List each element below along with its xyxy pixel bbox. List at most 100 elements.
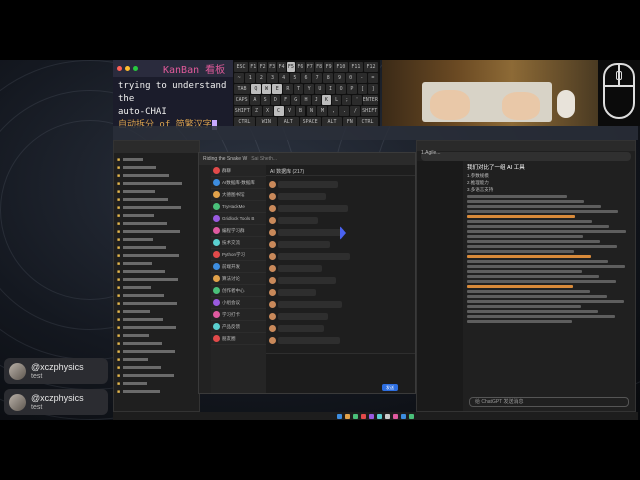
- contact-item[interactable]: 编程学习群: [211, 225, 266, 237]
- chat-tab[interactable]: Sai Sheth...: [251, 156, 277, 162]
- contact-item[interactable]: 群聊: [211, 165, 266, 177]
- key-shift: SHIFT: [361, 106, 378, 116]
- folder-icon: ■: [117, 245, 121, 251]
- tree-item[interactable]: ■: [117, 388, 196, 396]
- contact-item[interactable]: 朋友圈: [211, 333, 266, 345]
- contact-item[interactable]: 学习打卡: [211, 309, 266, 321]
- contact-name: 小组会议: [222, 299, 240, 305]
- address-bar[interactable]: [421, 152, 631, 161]
- taskbar-app-icon[interactable]: [369, 413, 374, 419]
- contact-name: TryHackMe: [222, 204, 245, 209]
- tree-item[interactable]: ■: [117, 188, 196, 196]
- tree-item[interactable]: ■: [117, 260, 196, 268]
- contact-item[interactable]: 小组会议: [211, 297, 266, 309]
- folder-icon: ■: [117, 189, 121, 195]
- tree-item[interactable]: ■: [117, 220, 196, 228]
- contact-item[interactable]: 算法讨论: [211, 273, 266, 285]
- contact-item[interactable]: AI数据库-数据库: [211, 177, 266, 189]
- tree-item[interactable]: ■: [117, 228, 196, 236]
- taskbar-app-icon[interactable]: [409, 413, 414, 419]
- folder-icon: ■: [117, 197, 121, 203]
- key-w: W: [261, 84, 272, 94]
- taskbar-app-icon[interactable]: [337, 413, 342, 419]
- tree-item[interactable]: ■: [117, 244, 196, 252]
- tree-item[interactable]: ■: [117, 284, 196, 292]
- message-input[interactable]: 发送: [266, 353, 415, 393]
- tree-item[interactable]: ■: [117, 356, 196, 364]
- folder-icon: ■: [117, 269, 121, 275]
- taskbar-app-icon[interactable]: [401, 413, 406, 419]
- tree-item[interactable]: ■: [117, 364, 196, 372]
- key-n: N: [306, 106, 317, 116]
- key-7: 7: [312, 73, 323, 83]
- file-explorer-window: ■ ■ ■ ■ ■ ■ ■ ■ ■ ■ ■ ■ ■ ■ ■ ■ ■ ■ ■ ■ ■ ■ ■ ■ ■ ■ ■ ■ ■ ■: [113, 140, 200, 412]
- avatar: [269, 265, 276, 272]
- tree-item[interactable]: ■: [117, 164, 196, 172]
- table-row: 3.多语言支持: [467, 187, 494, 192]
- chat-conversation: AI 数据库 (217) 发送: [266, 165, 415, 393]
- maximize-dot-icon: [133, 66, 138, 71]
- avatar: [9, 362, 26, 380]
- contact-item[interactable]: Python学习: [211, 249, 266, 261]
- tree-item[interactable]: ■: [117, 316, 196, 324]
- physical-mouse: [557, 90, 575, 118]
- table-row: 1.参数规模: [467, 173, 489, 178]
- tree-item[interactable]: ■: [117, 180, 196, 188]
- tree-item[interactable]: ■: [117, 292, 196, 300]
- send-button[interactable]: 发送: [382, 384, 398, 391]
- contact-item[interactable]: 技术交流: [211, 237, 266, 249]
- tree-item[interactable]: ■: [117, 156, 196, 164]
- folder-icon: ■: [117, 157, 121, 163]
- tree-item[interactable]: ■: [117, 308, 196, 316]
- contact-item[interactable]: Gridlock Tools B: [211, 213, 266, 225]
- taskbar-app-icon[interactable]: [353, 413, 358, 419]
- folder-icon: ■: [117, 325, 121, 331]
- taskbar-app-icon[interactable]: [345, 413, 350, 419]
- tree-item[interactable]: ■: [117, 204, 196, 212]
- key-esc: ESC: [234, 62, 249, 72]
- tree-item[interactable]: ■: [117, 372, 196, 380]
- follower-name: @xczphysics: [31, 392, 84, 403]
- contact-item[interactable]: 创作者中心: [211, 285, 266, 297]
- contact-name: 朋友圈: [222, 335, 236, 341]
- taskbar-app-icon[interactable]: [385, 413, 390, 419]
- text-line: [467, 290, 590, 293]
- browser-heading: 我们对比了一组 AI 工具: [467, 165, 525, 171]
- key-c: C: [273, 106, 284, 116]
- tree-item[interactable]: ■: [117, 236, 196, 244]
- taskbar-app-icon[interactable]: [361, 413, 366, 419]
- key-x: X: [262, 106, 273, 116]
- tree-item[interactable]: ■: [117, 348, 196, 356]
- contact-item[interactable]: 前端开发: [211, 261, 266, 273]
- tree-item[interactable]: ■: [117, 252, 196, 260]
- tree-item[interactable]: ■: [117, 324, 196, 332]
- avatar: [213, 251, 220, 258]
- browser-tab[interactable]: 1.Agile...: [417, 150, 440, 156]
- tree-item[interactable]: ■: [117, 276, 196, 284]
- tree-item[interactable]: ■: [117, 340, 196, 348]
- chatgpt-input[interactable]: 给 ChatGPT 发送消息: [469, 397, 629, 407]
- tree-item[interactable]: ■: [117, 300, 196, 308]
- follower-subtitle: test: [31, 372, 43, 380]
- tree-item[interactable]: ■: [117, 172, 196, 180]
- avatar: [269, 241, 276, 248]
- tree-item[interactable]: ■: [117, 332, 196, 340]
- tree-item[interactable]: ■: [117, 268, 196, 276]
- contact-item[interactable]: 产品反馈: [211, 321, 266, 333]
- tree-item[interactable]: ■: [117, 212, 196, 220]
- folder-icon: ■: [117, 349, 121, 355]
- avatar: [9, 393, 26, 411]
- contact-name: Gridlock Tools B: [222, 216, 255, 221]
- key-f: F: [280, 95, 291, 105]
- contact-item[interactable]: 大德图书馆: [211, 189, 266, 201]
- tree-item[interactable]: ■: [117, 196, 196, 204]
- folder-icon: ■: [117, 213, 121, 219]
- key-g: G: [291, 95, 301, 105]
- taskbar-app-icon[interactable]: [377, 413, 382, 419]
- taskbar-app-icon[interactable]: [393, 413, 398, 419]
- contact-item[interactable]: TryHackMe: [211, 201, 266, 213]
- contact-name: 群聊: [222, 167, 231, 173]
- folder-icon: ■: [117, 229, 121, 235]
- tree-item[interactable]: ■: [117, 380, 196, 388]
- text-line: [467, 285, 573, 288]
